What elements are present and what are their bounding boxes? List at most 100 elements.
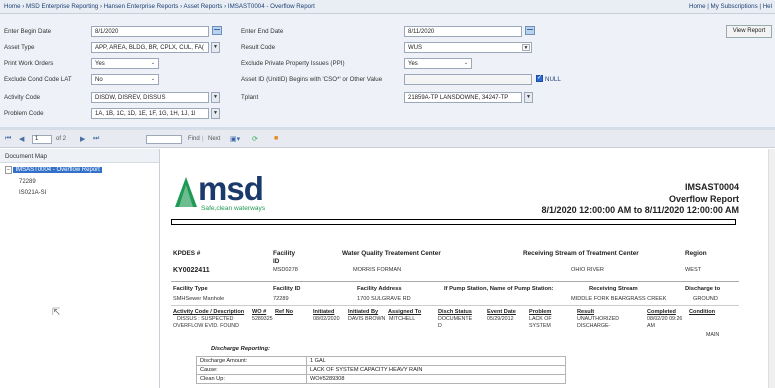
exclude-cond-label: Exclude Cond Code LAT [4, 76, 72, 83]
assigned-to-value: MITCHELL [389, 316, 416, 322]
chevron-down-icon[interactable]: ⌄ [149, 76, 157, 83]
asset-type-label: Asset Type [4, 44, 35, 51]
first-page-icon[interactable]: ⏮ [5, 135, 11, 143]
view-report-button[interactable]: View Report [726, 25, 772, 38]
tree-root[interactable]: – IMSAST0004 - Overflow Report [5, 166, 102, 174]
condition-value: MAIN [706, 332, 720, 338]
mouse-cursor-icon: ⇱ [52, 307, 61, 318]
report-name: Overflow Report [668, 194, 739, 204]
tplant-select[interactable]: 21859A-TP LANSDOWNE, 34247-TP [404, 92, 522, 103]
discharge-to-header: Discharge to [685, 286, 721, 292]
activity-code-select[interactable]: DISDW, DISREV, DISSUS [91, 92, 209, 103]
print-work-orders-value: Yes [95, 61, 105, 67]
document-map: Document Map – IMSAST0004 - Overflow Rep… [0, 149, 160, 388]
completed-header: Completed [647, 309, 676, 315]
page-number-input[interactable]: 1 [32, 135, 52, 144]
asset-id-label: Asset ID (UnitID) Begins with 'CSO*' or … [241, 76, 383, 83]
begin-date-input[interactable]: 8/1/2020 [91, 26, 209, 37]
print-work-orders-select[interactable]: Yes ⌄ [91, 58, 159, 69]
stream-value: OHIO RIVER [571, 267, 604, 273]
initiated-by-header: Initiated By [348, 309, 379, 315]
receiving-stream-header: Receiving Stream [589, 286, 638, 292]
activity-header: Activity Code / Description [173, 309, 245, 315]
chevron-down-icon[interactable]: ▼ [211, 92, 220, 103]
problem-code-value: 1A, 1B, 1C, 1D, 1E, 1F, 1G, 1H, 1J, 1l [95, 111, 196, 117]
table-row: Clean Up: WO#5289308 [196, 374, 566, 384]
facility-id2-value: 72289 [273, 296, 289, 302]
tree-item[interactable]: 72289 [19, 179, 36, 185]
msd-logo-icon [175, 177, 197, 207]
exclude-ppi-select[interactable]: Yes ⌄ [404, 58, 472, 69]
report-toolbar: ⏮ ◀ 1 of 2 ▶ ⏭ Find | Next ▣▾ ⟳ ■ [0, 130, 775, 148]
discharge-value: WO#5289308 [306, 374, 566, 384]
exclude-cond-select[interactable]: No ⌄ [91, 74, 159, 85]
collapse-icon[interactable]: – [5, 166, 12, 174]
chevron-down-icon[interactable]: ▼ [522, 44, 530, 51]
disch-status-value-cont: D [438, 323, 442, 329]
event-date-value: 05/29/2012 [487, 316, 514, 322]
page-count: of 2 [56, 136, 67, 142]
wo-value[interactable]: 5289325 [252, 316, 273, 322]
discharge-label: Cause: [196, 365, 307, 375]
wo-header: WO # [252, 309, 267, 315]
end-date-input[interactable]: 8/11/2020 [404, 26, 522, 37]
next-page-icon[interactable]: ▶ [80, 135, 85, 143]
calendar-icon[interactable] [525, 26, 535, 35]
region-value: WEST [685, 267, 702, 273]
divider [171, 281, 739, 282]
tree-root-label[interactable]: IMSAST0004 - Overflow Report [13, 167, 102, 173]
activity-value-cont: OVERFLOW EVID. FOUND [173, 323, 239, 329]
discharge-table: Discharge Amount: 1 GAL Cause: LACK OF S… [196, 356, 566, 384]
previous-page-icon[interactable]: ◀ [19, 135, 24, 143]
wqtc-header: Water Quality Treatement Center [342, 250, 441, 257]
find-input[interactable] [146, 135, 182, 144]
tree-item[interactable]: IS021A-SI [19, 190, 46, 196]
report-scrollbar[interactable] [768, 149, 775, 388]
export-icon[interactable]: ▣▾ [230, 135, 240, 143]
kpdes-value: KY0022411 [173, 267, 210, 274]
facility-type-value: SMHSewer Manhole [173, 296, 225, 302]
initiated-value: 08/02/2020 [313, 316, 340, 322]
header-links[interactable]: Home | My Subscriptions | Hel [689, 3, 772, 10]
initiated-by-value: DAVIS BROWN [348, 316, 386, 322]
asset-type-select[interactable]: APP, AREA, BLDG, BR, CPLX, CUL, FA( [91, 42, 209, 53]
exclude-ppi-value: Yes [408, 61, 418, 67]
result-code-label: Result Code [241, 44, 276, 51]
null-checkbox[interactable]: ✓ [536, 75, 543, 82]
activity-code-label: Activity Code [4, 94, 41, 101]
facility-address-value: 1700 SULGRAVE RD [357, 296, 411, 302]
header-divider [171, 219, 736, 225]
problem-code-label: Problem Code [4, 110, 44, 117]
chevron-down-icon[interactable]: ⌄ [149, 60, 157, 67]
parameters-panel: Enter Begin Date 8/1/2020 Enter End Date… [0, 14, 775, 127]
next-link[interactable]: Next [208, 136, 220, 142]
problem-code-select[interactable]: 1A, 1B, 1C, 1D, 1E, 1F, 1G, 1H, 1J, 1l [91, 108, 209, 119]
discharge-label: Clean Up: [196, 374, 307, 384]
facility-header: Facility [273, 250, 296, 257]
last-page-icon[interactable]: ⏭ [93, 135, 99, 143]
document-map-title: Document Map [0, 149, 159, 163]
begin-date-value: 8/1/2020 [95, 29, 119, 35]
completed-value: 08/02/20 09:26 [647, 316, 683, 322]
calendar-icon[interactable] [212, 26, 222, 35]
facility-address-header: Facility Address [357, 286, 402, 292]
result-code-value: WUS [408, 45, 422, 51]
chevron-down-icon[interactable]: ⌄ [462, 60, 470, 67]
discharge-heading: Discharge Reporting: [211, 346, 270, 352]
find-link[interactable]: Find [188, 136, 200, 142]
facility-id-header: ID [273, 258, 280, 265]
asset-id-input[interactable] [404, 74, 532, 85]
chevron-down-icon[interactable]: ▼ [524, 92, 533, 103]
result-value: UNAUTHORIZED [577, 316, 620, 322]
breadcrumb[interactable]: Home › MSD Enterprise Reporting › Hansen… [4, 3, 315, 10]
chevron-down-icon[interactable]: ▼ [211, 42, 220, 53]
atom-feed-icon[interactable]: ■ [274, 135, 278, 142]
refresh-icon[interactable]: ⟳ [252, 135, 258, 143]
result-header: Result [577, 309, 595, 315]
chevron-down-icon[interactable]: ▼ [211, 108, 220, 119]
tplant-value: 21859A-TP LANSDOWNE, 34247-TP [408, 95, 509, 101]
report-id: IMSAST0004 [684, 182, 739, 192]
activity-code-value: DISDW, DISREV, DISSUS [95, 95, 166, 101]
end-date-value: 8/11/2020 [408, 29, 435, 35]
result-code-select[interactable]: WUS ▼ [404, 42, 532, 53]
